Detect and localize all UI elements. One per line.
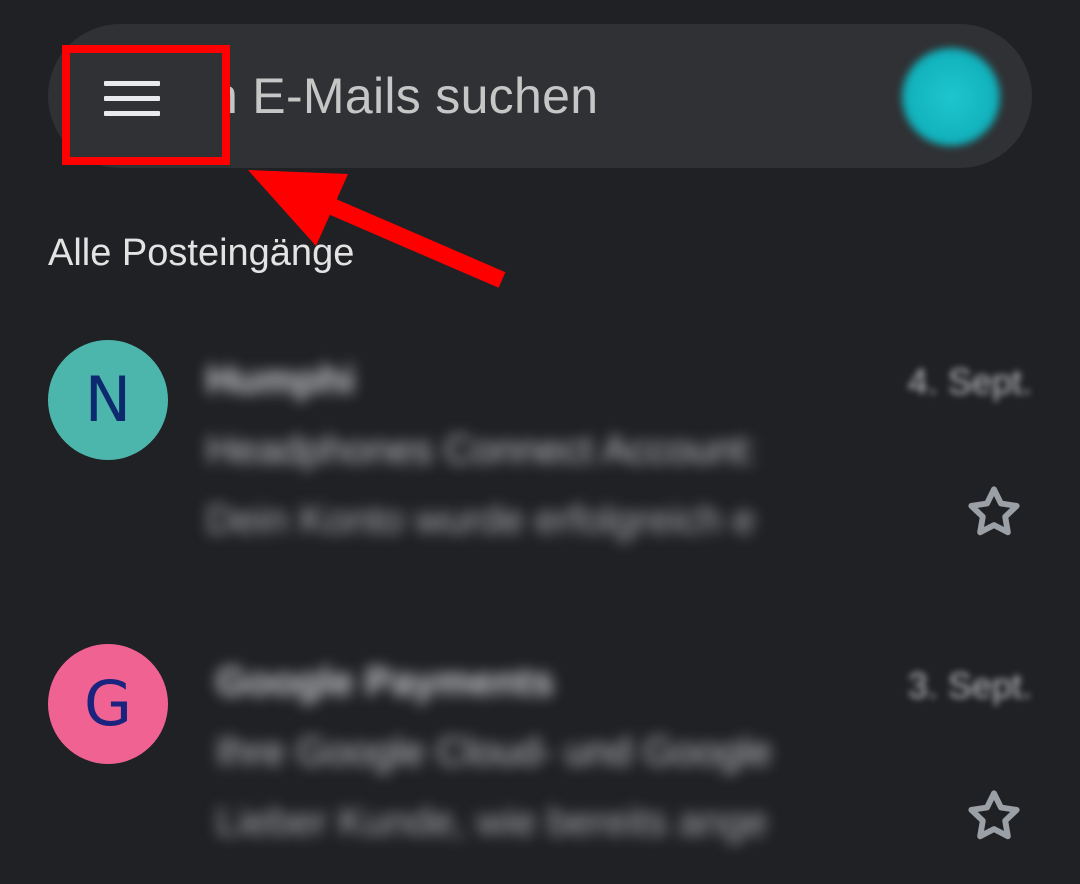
sender-avatar[interactable]: N <box>48 340 168 460</box>
search-input[interactable]: n E-Mails suchen <box>210 66 598 126</box>
email-subject: Ihre Google Cloud- und Google <box>216 730 772 774</box>
account-avatar[interactable] <box>902 48 1000 146</box>
email-date: 3. Sept. <box>907 665 1032 706</box>
email-date: 4. Sept. <box>907 361 1032 402</box>
email-list-item[interactable]: N Humphi Headphones Connect Account: Dei… <box>0 330 1080 550</box>
annotation-highlight-box <box>62 45 230 165</box>
star-outline-icon[interactable] <box>962 784 1026 848</box>
email-subject: Headphones Connect Account: <box>206 428 758 472</box>
email-snippet: Lieber Kunde, wie bereits ange <box>216 800 768 844</box>
email-text-block: Humphi Headphones Connect Account: Dein … <box>206 350 918 546</box>
email-text-block: Google Payments Ihre Google Cloud- und G… <box>216 652 918 848</box>
section-title: Alle Posteingänge <box>48 232 355 274</box>
sender-avatar[interactable]: G <box>48 644 168 764</box>
email-sender: Humphi <box>206 358 355 402</box>
email-list-item[interactable]: G Google Payments Ihre Google Cloud- und… <box>0 634 1080 854</box>
email-sender: Google Payments <box>216 660 554 704</box>
star-outline-icon[interactable] <box>962 480 1026 544</box>
email-snippet: Dein Konto wurde erfolgreich e <box>206 498 756 542</box>
